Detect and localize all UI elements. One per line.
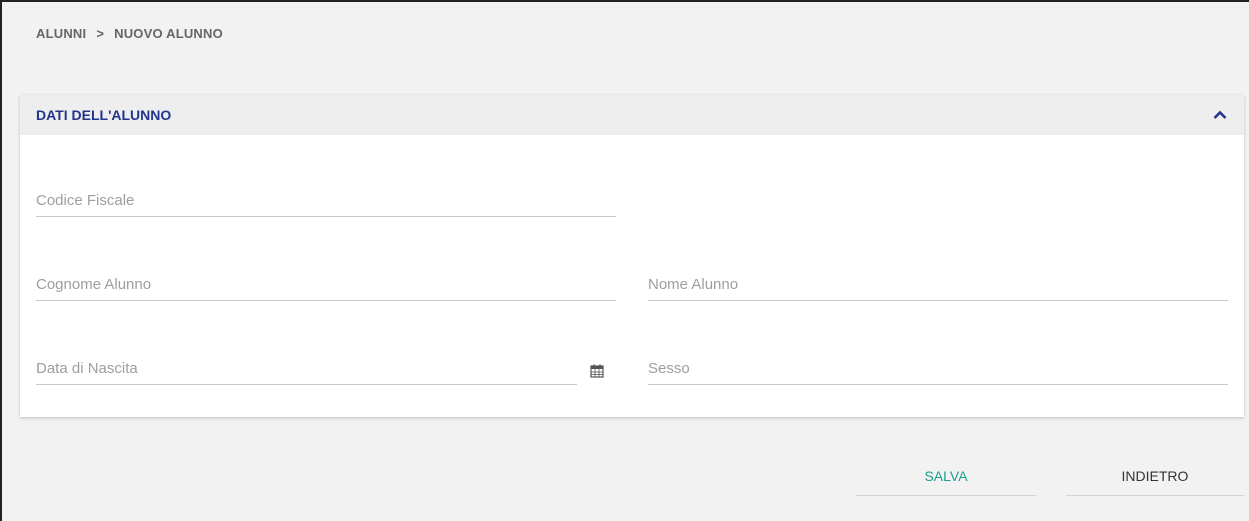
breadcrumb-root[interactable]: ALUNNI xyxy=(36,26,86,41)
breadcrumb: ALUNNI > NUOVO ALUNNO xyxy=(36,26,223,41)
panel-header[interactable]: DATI DELL'ALUNNO xyxy=(20,95,1244,135)
panel-title: DATI DELL'ALUNNO xyxy=(36,107,172,123)
student-data-panel: DATI DELL'ALUNNO Codice Fiscale Cognome … xyxy=(20,95,1244,417)
back-button[interactable]: INDIETRO xyxy=(1066,457,1244,496)
codice-fiscale-field[interactable]: Codice Fiscale xyxy=(36,188,616,217)
nome-alunno-placeholder: Nome Alunno xyxy=(648,276,739,293)
cognome-alunno-placeholder: Cognome Alunno xyxy=(36,276,152,293)
save-button[interactable]: SALVA xyxy=(856,457,1036,496)
data-nascita-placeholder: Data di Nascita xyxy=(36,360,138,377)
sesso-placeholder: Sesso xyxy=(648,360,690,377)
sesso-field[interactable]: Sesso xyxy=(648,356,1228,385)
nome-alunno-field[interactable]: Nome Alunno xyxy=(648,272,1228,301)
chevron-up-icon[interactable] xyxy=(1212,107,1228,123)
cognome-alunno-field[interactable]: Cognome Alunno xyxy=(36,272,616,301)
breadcrumb-current: NUOVO ALUNNO xyxy=(114,26,223,41)
calendar-icon[interactable] xyxy=(590,364,604,378)
breadcrumb-separator: > xyxy=(96,26,105,41)
data-nascita-field[interactable]: Data di Nascita xyxy=(36,356,577,385)
codice-fiscale-placeholder: Codice Fiscale xyxy=(36,192,135,209)
